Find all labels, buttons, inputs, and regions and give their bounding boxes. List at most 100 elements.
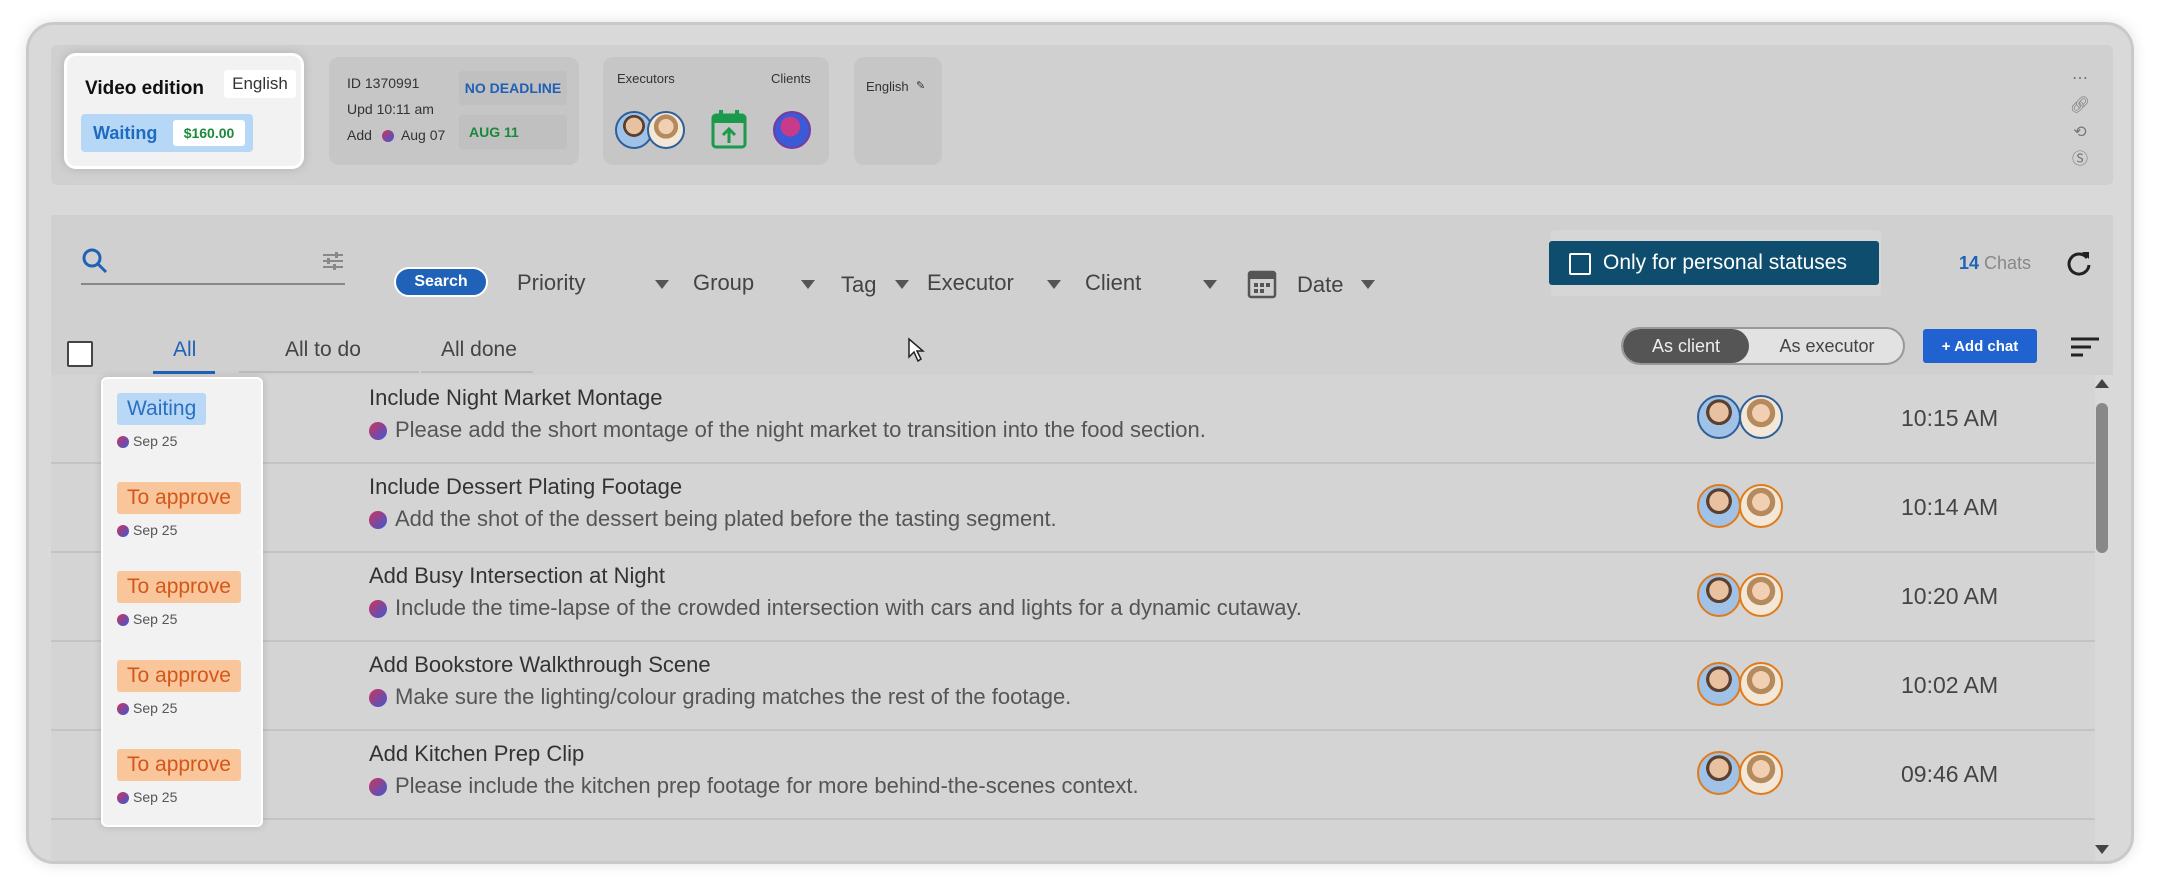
filter-settings-icon[interactable]	[321, 249, 345, 273]
chat-row[interactable]: Include Night Market Montage Please add …	[51, 375, 2095, 464]
chat-time: 10:15 AM	[1901, 405, 1999, 431]
row-avatar-male	[1697, 484, 1741, 528]
refresh-icon[interactable]	[2065, 249, 2093, 277]
search-input[interactable]	[81, 283, 345, 285]
task-updated: Upd 10:11 am	[347, 101, 434, 117]
link-icon[interactable]: 🔗︎	[2069, 92, 2091, 119]
scroll-thumb[interactable]	[2096, 403, 2108, 553]
chat-desc-text: Include the time-lapse of the crowded in…	[395, 595, 1302, 620]
status-badge[interactable]: To approve	[117, 482, 241, 514]
chat-time: 09:46 AM	[1901, 761, 1999, 787]
chat-desc-text: Please add the short montage of the nigh…	[395, 417, 1206, 442]
header-actions: ⋯ 🔗︎ ⟲ Ⓢ	[2069, 65, 2091, 173]
client-chevron-down-icon[interactable]	[1203, 280, 1217, 289]
role-switch[interactable]: As client As executor	[1621, 327, 1905, 365]
calendar-icon[interactable]	[1247, 267, 1277, 299]
add-chat-button[interactable]: + Add chat	[1923, 329, 2037, 363]
chat-description: Please include the kitchen prep footage …	[369, 773, 1139, 799]
upload-calendar-icon[interactable]	[711, 109, 747, 149]
executor-avatar-female[interactable]	[647, 111, 685, 149]
client-avatar[interactable]	[773, 111, 811, 149]
row-avatar-female	[1739, 662, 1783, 706]
row-avatar-male	[1697, 395, 1741, 439]
chat-row[interactable]: Add Bookstore Walkthrough Scene Make sur…	[51, 642, 2095, 731]
status-avatar	[117, 792, 129, 805]
tab-all-done[interactable]: All done	[441, 338, 517, 362]
language-chip[interactable]: English	[224, 70, 296, 98]
dollar-icon[interactable]: Ⓢ	[2069, 146, 2091, 173]
task-added: Add Aug 07	[347, 127, 445, 143]
row-avatar-male	[1697, 751, 1741, 795]
tag-chevron-down-icon[interactable]	[895, 280, 909, 289]
chat-desc-text: Add the shot of the dessert being plated…	[395, 506, 1057, 531]
task-id: ID 1370991	[347, 75, 420, 91]
deadline-badge[interactable]: NO DEADLINE	[459, 71, 567, 105]
list-scrollbar[interactable]	[2093, 379, 2109, 861]
date-chevron-down-icon[interactable]	[1361, 280, 1375, 289]
chat-title: Include Night Market Montage	[369, 385, 663, 410]
group-chevron-down-icon[interactable]	[801, 280, 815, 289]
status-date-text: Sep 25	[133, 433, 178, 449]
chat-title: Add Bookstore Walkthrough Scene	[369, 652, 711, 677]
history-icon[interactable]: ⟲	[2069, 119, 2091, 146]
group-filter[interactable]: Group	[693, 270, 754, 296]
language-card[interactable]: English ✎	[854, 57, 942, 165]
chat-row[interactable]: Add Busy Intersection at Night Include t…	[51, 553, 2095, 642]
chat-description: Please add the short montage of the nigh…	[369, 417, 1206, 443]
select-all-checkbox[interactable]	[67, 341, 93, 367]
chat-row[interactable]: Include Dessert Plating Footage Add the …	[51, 464, 2095, 553]
status-badge[interactable]: To approve	[117, 660, 241, 692]
adder-avatar	[381, 130, 394, 143]
status-avatar	[117, 703, 129, 716]
chat-time: 10:14 AM	[1901, 494, 1999, 520]
executor-filter[interactable]: Executor	[927, 270, 1014, 296]
chat-list: Include Night Market Montage Please add …	[51, 375, 2095, 861]
row-avatar-female	[1739, 573, 1783, 617]
status-badge[interactable]: To approve	[117, 749, 241, 781]
language-card-text: English	[866, 79, 909, 94]
sort-icon[interactable]	[2069, 335, 2101, 359]
personal-statuses-toggle[interactable]: Only for personal statuses	[1549, 241, 1879, 285]
scroll-down-icon[interactable]	[2095, 845, 2109, 854]
personal-statuses-checkbox[interactable]	[1569, 253, 1591, 275]
chat-description: Include the time-lapse of the crowded in…	[369, 595, 1302, 621]
sender-avatar	[369, 600, 387, 619]
tab-divider	[239, 371, 419, 373]
as-client-option[interactable]: As client	[1623, 329, 1749, 363]
sender-avatar	[369, 778, 387, 797]
priority-filter[interactable]: Priority	[517, 270, 585, 296]
search-button[interactable]: Search	[394, 267, 488, 297]
priority-chevron-down-icon[interactable]	[655, 280, 669, 289]
deadline-date[interactable]: AUG 11	[459, 115, 567, 149]
chat-title: Add Kitchen Prep Clip	[369, 741, 585, 766]
tab-all[interactable]: All	[173, 338, 196, 362]
status-badge[interactable]: Waiting	[117, 393, 207, 425]
chat-time: 10:02 AM	[1901, 672, 1999, 698]
client-filter[interactable]: Client	[1085, 270, 1141, 296]
executors-label: Executors	[617, 71, 675, 86]
pen-icon: ✎	[916, 80, 926, 92]
scroll-up-icon[interactable]	[2095, 379, 2109, 388]
tab-all-to-do[interactable]: All to do	[285, 338, 361, 362]
status-badge[interactable]: To approve	[117, 571, 241, 603]
chat-title: Add Busy Intersection at Night	[369, 563, 665, 588]
chat-description: Add the shot of the dessert being plated…	[369, 506, 1057, 532]
chat-description: Make sure the lighting/colour grading ma…	[369, 684, 1071, 710]
chat-time: 10:20 AM	[1901, 583, 1999, 609]
tab-divider-2	[421, 371, 533, 373]
status-date: Sep 25	[117, 433, 177, 449]
chats-label: Chats	[1984, 253, 2032, 273]
task-status-badge[interactable]: Waiting $160.00	[81, 114, 253, 152]
task-summary-card[interactable]: Video edition English Waiting $160.00	[64, 53, 304, 169]
executor-chevron-down-icon[interactable]	[1047, 280, 1061, 289]
tag-filter[interactable]: Tag	[841, 272, 876, 298]
task-meta-card: ID 1370991 Upd 10:11 am Add Aug 07 NO DE…	[329, 57, 579, 165]
more-icon[interactable]: ⋯	[2069, 65, 2091, 92]
date-filter[interactable]: Date	[1297, 272, 1343, 298]
status-date-text: Sep 25	[133, 522, 178, 538]
chat-row[interactable]: Add Kitchen Prep Clip Please include the…	[51, 731, 2095, 820]
status-avatar	[117, 436, 129, 449]
status-date-text: Sep 25	[133, 611, 178, 627]
as-executor-option[interactable]: As executor	[1749, 329, 1903, 363]
status-avatar	[117, 525, 129, 538]
